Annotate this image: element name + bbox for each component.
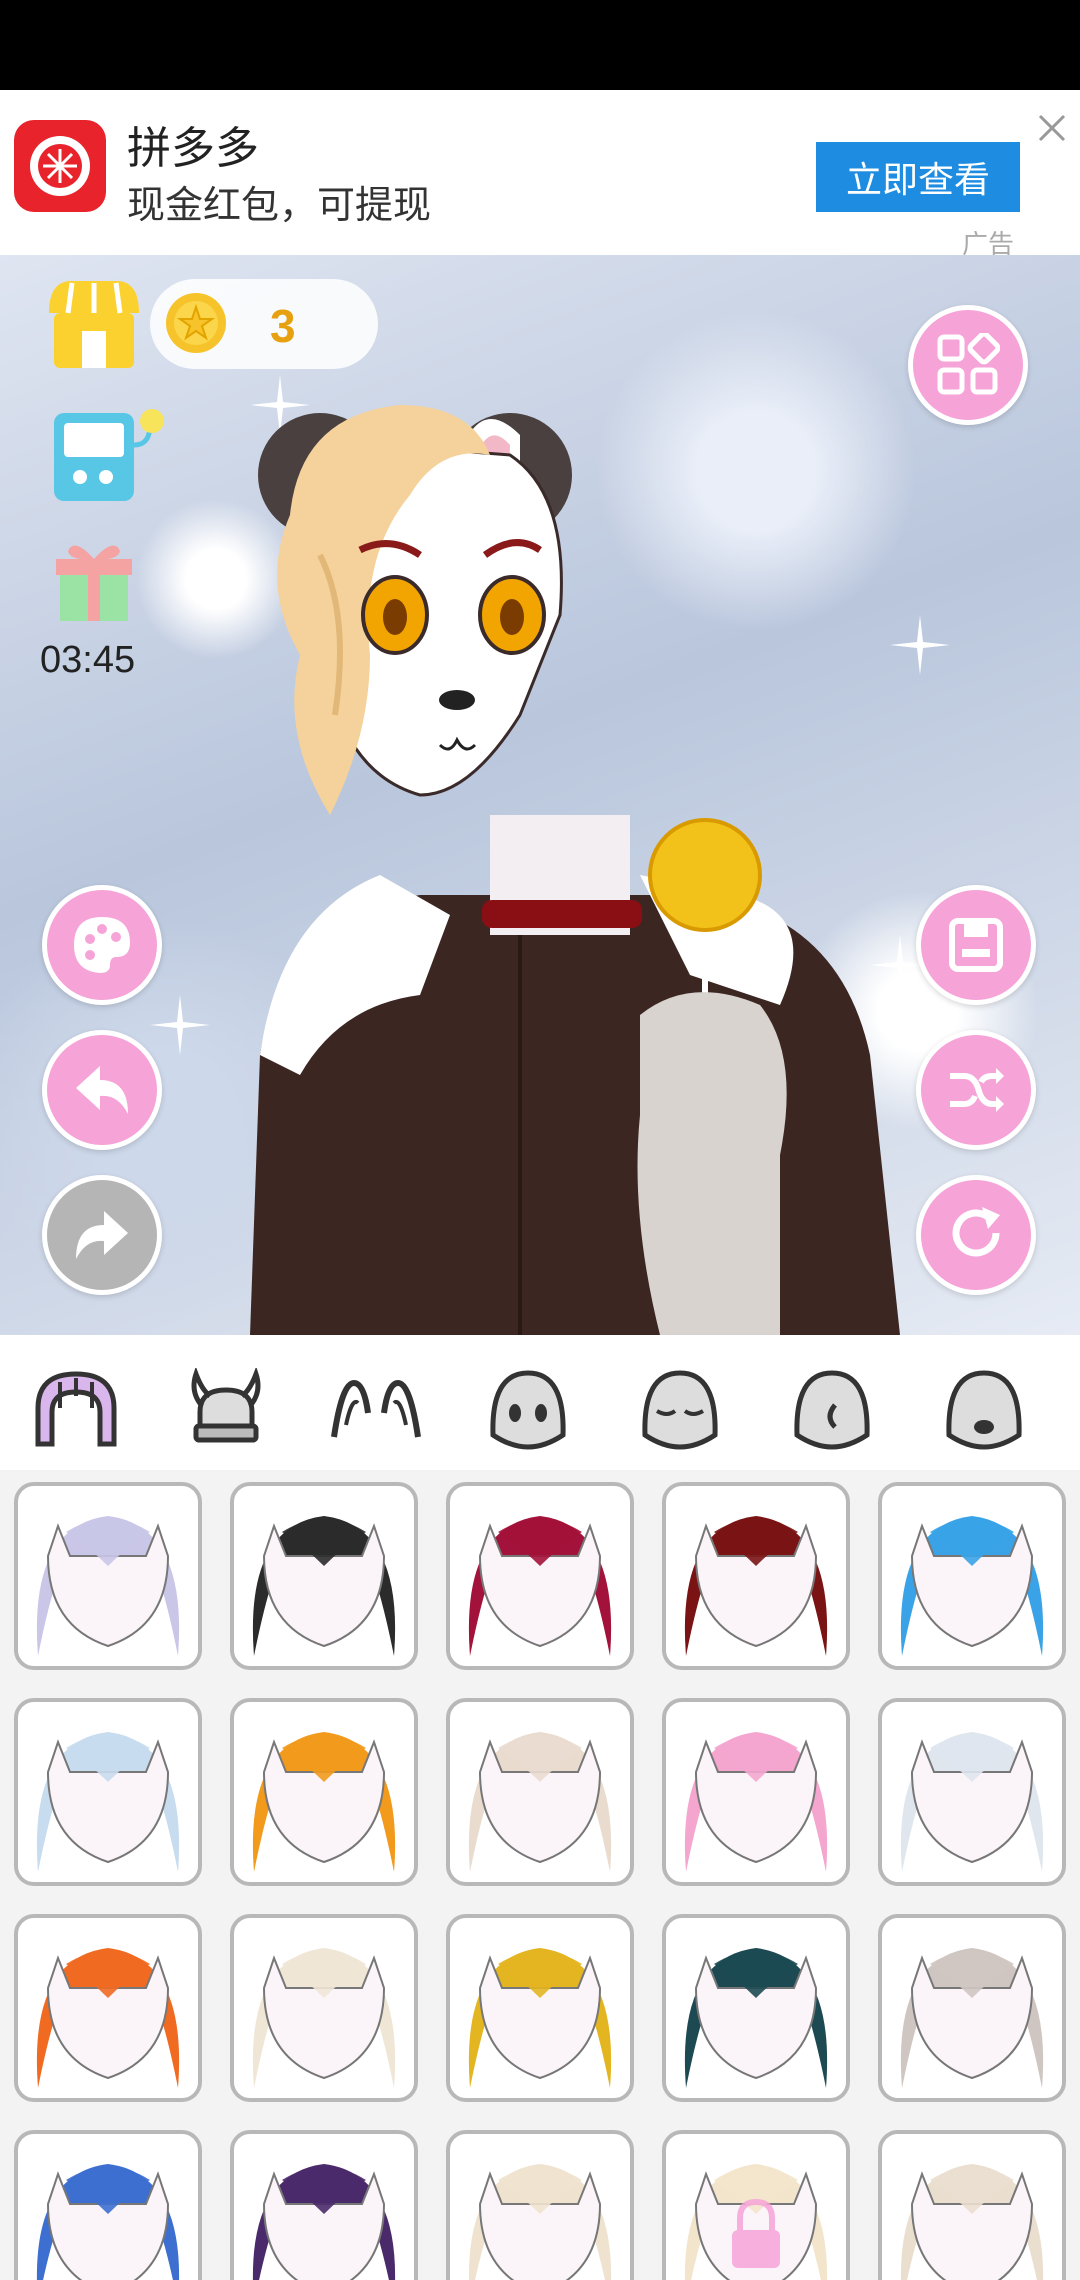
grid-menu-icon: [937, 333, 1000, 395]
hair-option-item[interactable]: [662, 1698, 850, 1886]
gift-icon[interactable]: [54, 535, 134, 623]
face-eyes-icon: [490, 1370, 566, 1450]
redo-arrow-icon: [76, 1211, 128, 1259]
coin-icon: [166, 293, 226, 353]
hair-option-item[interactable]: [878, 2130, 1066, 2280]
hair-preview-icon: [36, 1948, 180, 2088]
tab-face-eyes[interactable]: [480, 1365, 576, 1451]
hair-preview-icon: [252, 1732, 396, 1872]
sparkle-icon: [150, 995, 210, 1055]
hair-option-item[interactable]: [446, 1698, 634, 1886]
hair-preview-icon: [468, 1516, 612, 1656]
ad-banner[interactable]: 拼多多 现金红包，可提现 立即查看 广告: [0, 90, 1080, 260]
hair-preview-icon: [468, 1732, 612, 1872]
hair-option-item[interactable]: [446, 1914, 634, 2102]
hair-option-item[interactable]: [446, 1482, 634, 1670]
ad-title: 拼多多: [127, 123, 259, 174]
save-button[interactable]: [916, 885, 1036, 1005]
hair-preview-icon: [36, 1732, 180, 1872]
hair-option-item[interactable]: [14, 2130, 202, 2280]
countdown-timer: 03:45: [40, 639, 136, 681]
status-bar: [0, 0, 1080, 90]
redo-button[interactable]: [42, 1175, 162, 1295]
tab-face-side[interactable]: [784, 1365, 880, 1451]
face-side-icon: [794, 1370, 870, 1450]
hair-preview-icon: [900, 2164, 1044, 2280]
hair-options-grid: [0, 1470, 1080, 2280]
ad-subtitle: 现金红包，可提现: [127, 183, 432, 227]
tab-hair[interactable]: [28, 1365, 124, 1451]
palette-icon: [74, 917, 130, 973]
shop-icon[interactable]: [44, 273, 144, 373]
hair-preview-icon: [252, 1516, 396, 1656]
coin-balance: 3: [150, 279, 378, 369]
tab-face-mouth[interactable]: [936, 1365, 1032, 1451]
close-icon[interactable]: [1032, 108, 1072, 148]
hair-option-item[interactable]: [878, 1482, 1066, 1670]
hair-option-item[interactable]: [14, 1698, 202, 1886]
hair-option-item[interactable]: [662, 1914, 850, 2102]
face-mouth-icon: [946, 1370, 1022, 1450]
hair-preview-icon: [900, 1732, 1044, 1872]
hair-option-item-locked[interactable]: [662, 2130, 850, 2280]
character-stage: 3 03:45: [0, 255, 1080, 1335]
hair-preview-icon: [684, 2164, 828, 2280]
hair-preview-icon: [36, 2164, 180, 2280]
hair-icon: [35, 1371, 117, 1447]
face-closed-eyes-icon: [642, 1370, 718, 1450]
undo-button[interactable]: [42, 1030, 162, 1150]
horns-helmet-icon: [191, 1368, 261, 1443]
hair-option-item[interactable]: [14, 1914, 202, 2102]
pinduoduo-logo-icon: [14, 120, 106, 212]
category-tabs: [0, 1335, 1080, 1470]
hair-preview-icon: [252, 2164, 396, 2280]
hair-preview-icon: [36, 1516, 180, 1656]
hair-preview-icon: [684, 1948, 828, 2088]
menu-button[interactable]: [908, 305, 1028, 425]
shuffle-icon: [950, 1068, 1004, 1112]
tab-face-closed-eyes[interactable]: [632, 1365, 728, 1451]
ears-icon: [331, 1379, 421, 1438]
character-avatar: [250, 405, 900, 1335]
hair-preview-icon: [468, 2164, 612, 2280]
hair-option-item[interactable]: [878, 1914, 1066, 2102]
tab-ears[interactable]: [328, 1365, 424, 1451]
hair-preview-icon: [252, 1948, 396, 2088]
undo-arrow-icon: [76, 1066, 128, 1114]
hair-option-item[interactable]: [662, 1482, 850, 1670]
refresh-icon: [952, 1207, 1000, 1257]
hair-option-item[interactable]: [230, 1698, 418, 1886]
hair-option-item[interactable]: [230, 1482, 418, 1670]
hair-option-item[interactable]: [230, 1914, 418, 2102]
coin-count: 3: [270, 300, 296, 352]
hair-preview-icon: [684, 1732, 828, 1872]
hair-preview-icon: [900, 1948, 1044, 2088]
hair-preview-icon: [468, 1948, 612, 2088]
shuffle-button[interactable]: [916, 1030, 1036, 1150]
ad-view-button[interactable]: 立即查看: [816, 142, 1020, 212]
reset-button[interactable]: [916, 1175, 1036, 1295]
hair-preview-icon: [900, 1516, 1044, 1656]
hair-option-item[interactable]: [878, 1698, 1066, 1886]
hair-option-item[interactable]: [446, 2130, 634, 2280]
tab-horns[interactable]: [178, 1365, 274, 1451]
palette-button[interactable]: [42, 885, 162, 1005]
hair-preview-icon: [684, 1516, 828, 1656]
save-icon: [949, 918, 1003, 972]
hair-option-item[interactable]: [230, 2130, 418, 2280]
arcade-machine-icon[interactable]: [50, 405, 168, 505]
hair-option-item[interactable]: [14, 1482, 202, 1670]
